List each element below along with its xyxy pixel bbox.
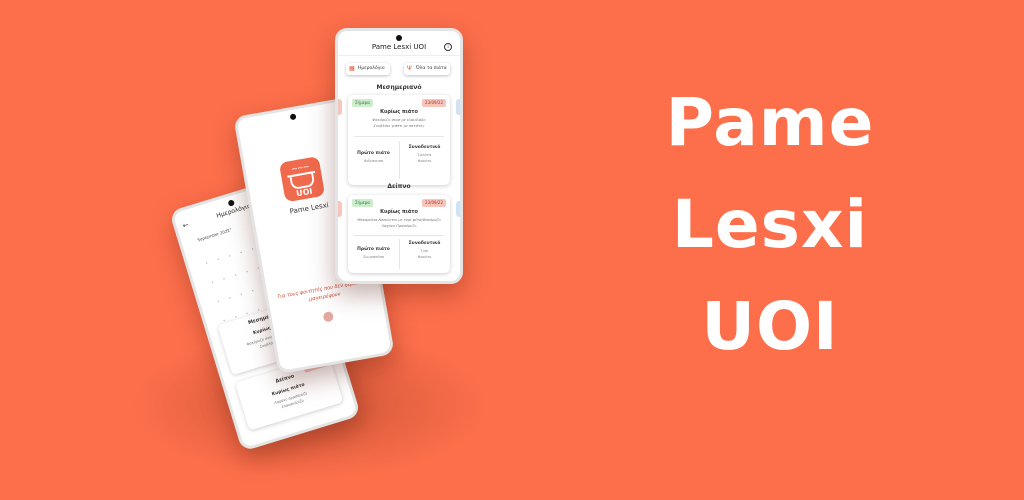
steam-icon: ~ [302, 161, 311, 172]
cutlery-icon: Ψ [407, 65, 412, 72]
lunch-side-value2: Φρούτο [417, 159, 432, 163]
lunch-section-title: Μεσημεριανό [376, 84, 422, 91]
hero-line-lesxi: Lesxi [671, 186, 869, 263]
all-dishes-button[interactable]: Ψ Όλα τα πιάτα [404, 63, 450, 75]
camera-hole [289, 113, 297, 121]
dinner-side-value2: Φρούτο [417, 255, 432, 259]
promo-stage: ← Ημερολόγιο September 2022 ‹ › ••••• •• … [0, 0, 1024, 500]
lunch-first-value: Φιδεσουπα [363, 159, 384, 163]
app-logo: ~ ~ ~ UOI [278, 156, 326, 203]
dinner-today-tag: Σήμερα [352, 199, 373, 207]
dinner-side-value1: Τυρί [420, 249, 429, 253]
next-card-peek[interactable] [456, 201, 460, 217]
dinner-main-line1: Μακαρόνια Νaπολιτεν με τυρί φέτα/Φακόρυζ… [357, 218, 441, 222]
dinner-date-tag: 23/09/22 [422, 199, 446, 207]
info-icon[interactable]: i [444, 43, 452, 51]
calendar-button-label: Ημερολόγιο [358, 66, 385, 71]
camera-hole [227, 199, 235, 207]
prev-card-peek[interactable] [338, 201, 342, 217]
phone-menu: Pame Lesxi UOI i ▦ Ημερολόγιο Ψ Όλα τα π… [335, 28, 463, 284]
lunch-main-line2: Σουβλάκι γιάπτι με πατάτες [373, 124, 425, 128]
lunch-today-tag: Σήμερα [352, 99, 373, 107]
dinner-side-title: Συνοδευτικό [408, 241, 441, 246]
calendar-button[interactable]: ▦ Ημερολόγιο [346, 63, 390, 75]
card-divider [354, 235, 444, 236]
card-divider [354, 136, 444, 137]
lunch-side-value1: Σαλάτα [417, 153, 432, 157]
month-nav-icons[interactable]: ‹ › [225, 226, 232, 233]
prev-card-peek[interactable] [338, 99, 342, 115]
camera-hole [396, 35, 402, 41]
loading-indicator [322, 310, 335, 323]
dinner-main-title: Κυρίως πιάτο [380, 209, 418, 215]
lunch-side-title: Συνοδευτικό [408, 145, 441, 150]
all-dishes-button-label: Όλα τα πιάτα [416, 66, 447, 71]
dinner-first-value: Ζωμοσούπα [362, 255, 385, 259]
hero-line-pame: Pame [665, 84, 875, 161]
lunch-main-line1: Φακόρυζο σουπ με ελαιόλαδο [372, 118, 426, 122]
lunch-first-title: Πρώτο πιάτο [357, 151, 390, 156]
lunch-main-title: Κυρίως πιάτο [380, 109, 418, 115]
next-card-peek[interactable] [456, 99, 460, 115]
hero-title: Pame Lesxi UOI [610, 72, 930, 378]
header-divider [338, 55, 460, 56]
dinner-first-title: Πρώτο πιάτο [357, 247, 390, 252]
calendar-dinner-line2: Σπανακόριζο [280, 398, 305, 410]
dinner-section-title: Δείπνο [387, 183, 411, 190]
lunch-date-tag: 23/09/22 [422, 99, 446, 107]
dinner-main-line2: Λαχανο Πρασόρυζο [381, 224, 417, 228]
hero-line-uoi: UOI [701, 288, 839, 365]
logo-text: UOI [295, 186, 314, 199]
calendar-icon: ▦ [349, 65, 355, 72]
app-title: Pame Lesxi UOI [371, 43, 427, 51]
dinner-card[interactable]: Σήμερα 23/09/22 Κυρίως πιάτο Μακαρόνια Ν… [348, 195, 450, 273]
lunch-card[interactable]: Σήμερα 23/09/22 Κυρίως πιάτο Φακόρυζο σο… [348, 95, 450, 185]
